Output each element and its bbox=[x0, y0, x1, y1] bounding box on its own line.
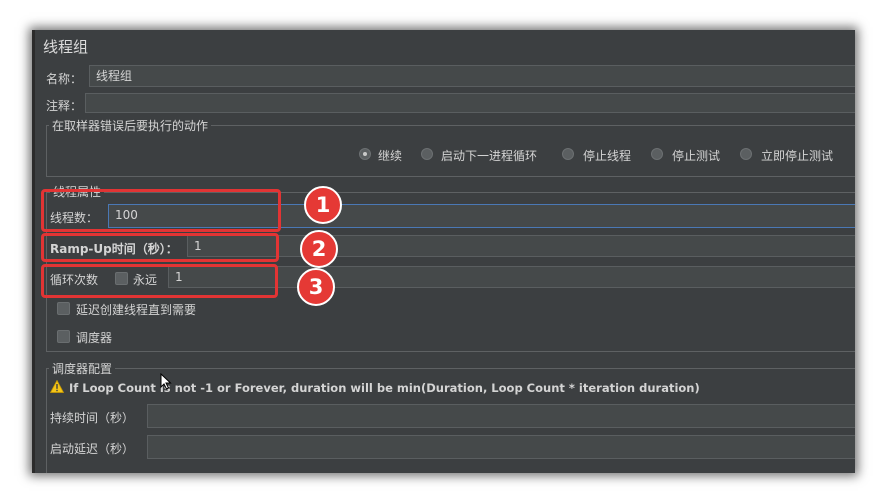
name-label: 名称： bbox=[46, 72, 83, 86]
startup-delay-input[interactable] bbox=[147, 435, 855, 459]
highlight-box-threads bbox=[41, 189, 281, 232]
duration-input[interactable] bbox=[147, 404, 855, 428]
highlight-box-rampup bbox=[41, 233, 279, 262]
comment-label: 注释： bbox=[46, 99, 83, 113]
delay-create-checkbox[interactable] bbox=[57, 302, 70, 315]
radio-stop-now[interactable] bbox=[740, 148, 752, 160]
mouse-pointer-icon bbox=[160, 373, 172, 390]
scheduler-checkbox[interactable] bbox=[57, 330, 70, 343]
annotation-badge-2: 2 bbox=[300, 230, 338, 268]
radio-continue[interactable] bbox=[359, 148, 371, 160]
panel-title: 线程组 bbox=[43, 38, 89, 56]
highlight-box-loop bbox=[41, 264, 278, 298]
radio-stop-now-label[interactable]: 立即停止测试 bbox=[761, 147, 833, 164]
radio-stop-thread-label[interactable]: 停止线程 bbox=[583, 147, 631, 164]
delay-create-label[interactable]: 延迟创建线程直到需要 bbox=[76, 301, 196, 318]
error-action-title: 在取样器错误后要执行的动作 bbox=[49, 117, 212, 134]
radio-continue-label[interactable]: 继续 bbox=[378, 147, 402, 164]
radio-stop-test-label[interactable]: 停止测试 bbox=[672, 147, 720, 164]
startup-delay-label: 启动延迟（秒） bbox=[50, 442, 135, 456]
radio-stop-thread[interactable] bbox=[562, 148, 574, 160]
warning-icon bbox=[50, 380, 64, 393]
radio-next-loop-label[interactable]: 启动下一进程循环 bbox=[441, 147, 537, 164]
scheduler-label[interactable]: 调度器 bbox=[76, 329, 112, 346]
panel-edge bbox=[32, 30, 35, 473]
name-input[interactable]: 线程组 bbox=[89, 65, 855, 87]
rampup-input[interactable]: 1 bbox=[187, 235, 855, 257]
duration-label: 持续时间（秒） bbox=[50, 411, 135, 425]
annotation-badge-1: 1 bbox=[304, 186, 342, 224]
scheduler-config-title: 调度器配置 bbox=[49, 360, 116, 377]
radio-next-loop[interactable] bbox=[421, 148, 433, 160]
annotation-badge-3: 3 bbox=[297, 268, 335, 306]
comment-input[interactable] bbox=[85, 93, 855, 113]
radio-stop-test[interactable] bbox=[651, 148, 663, 160]
